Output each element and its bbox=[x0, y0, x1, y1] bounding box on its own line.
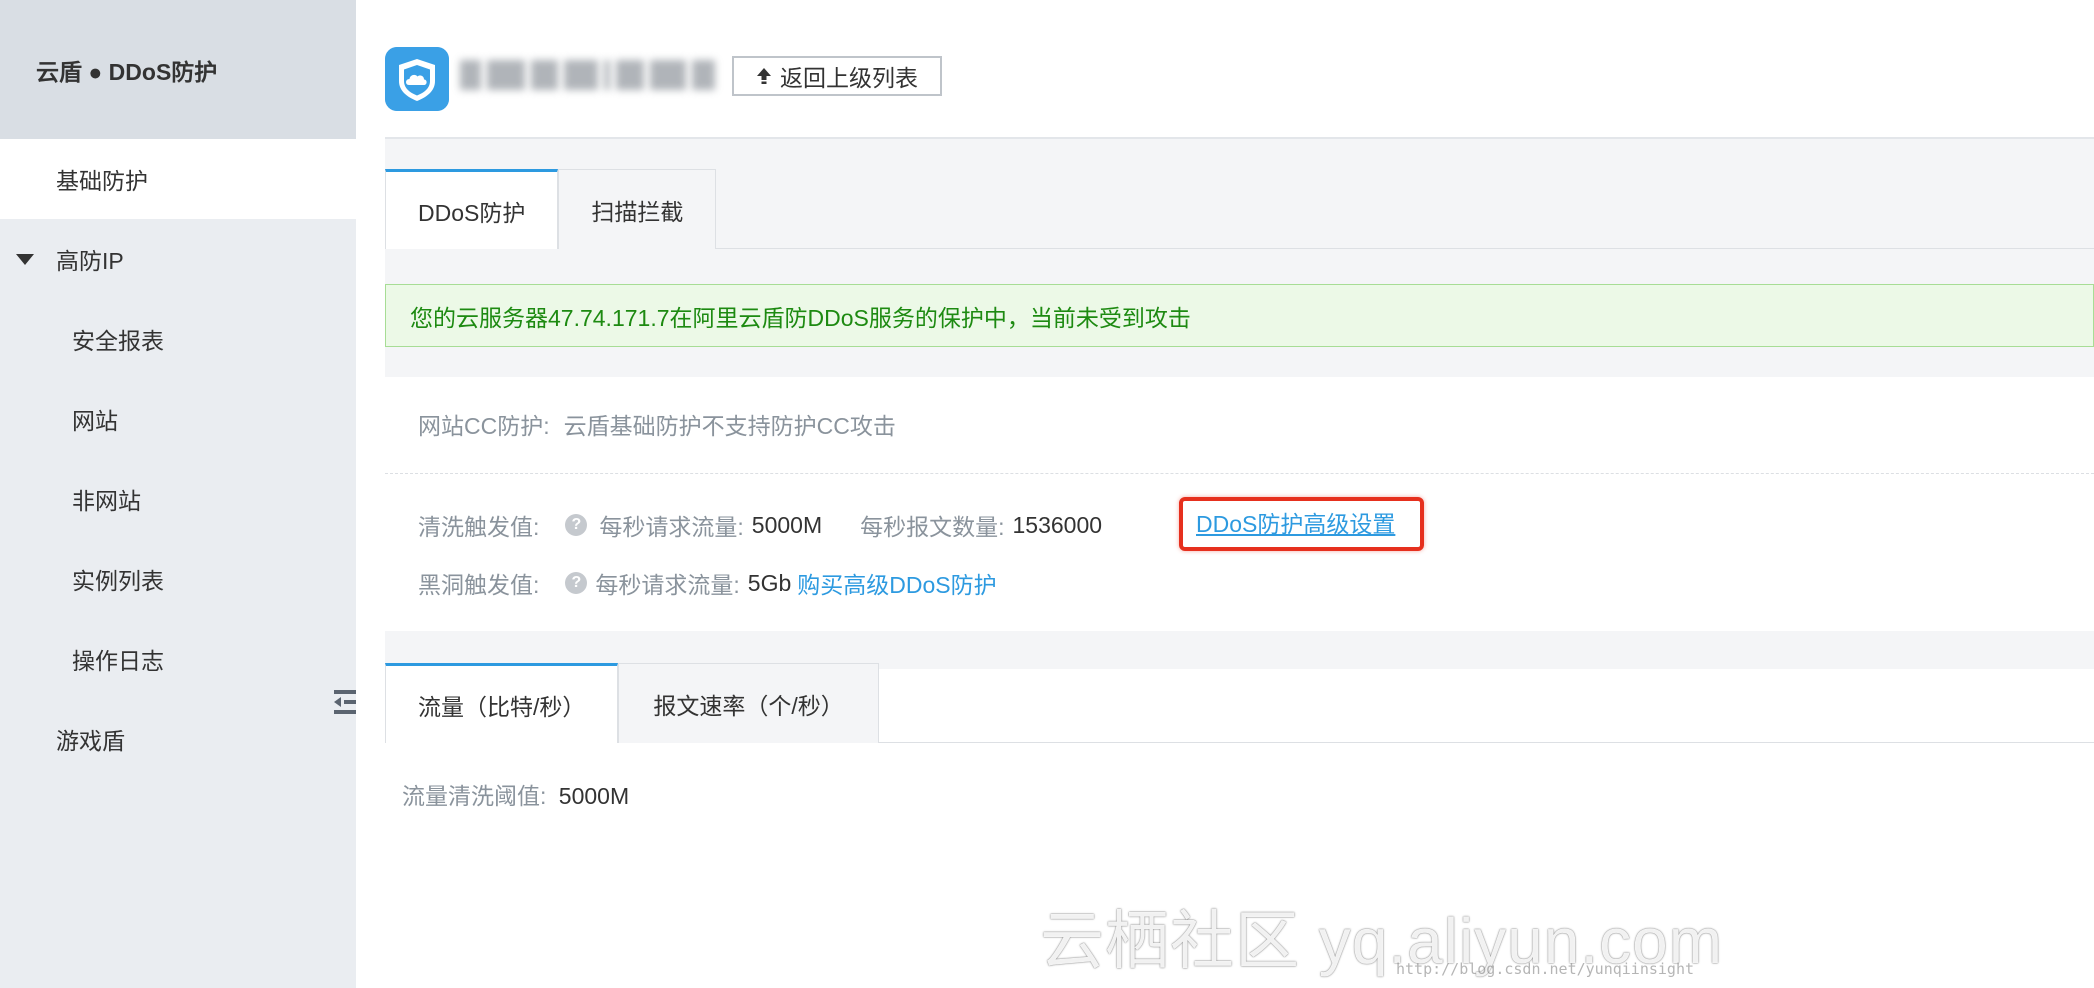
tab-ddos-protection[interactable]: DDoS防护 bbox=[385, 169, 559, 249]
sidebar-item-label: 游戏盾 bbox=[56, 728, 125, 754]
threshold-value: 5000M bbox=[558, 783, 630, 809]
help-icon[interactable]: ? bbox=[565, 514, 588, 536]
sidebar-item-label: 安全报表 bbox=[72, 328, 164, 354]
sidebar-item-label: 操作日志 bbox=[72, 648, 164, 674]
header-divider bbox=[385, 137, 2094, 139]
clean-threshold-row: 清洗触发值: ? 每秒请求流量: 5000M 每秒报文数量: 1536000 bbox=[418, 508, 1102, 542]
protection-tabs: DDoS防护 扫描拦截 bbox=[385, 169, 717, 249]
cc-protection-label: 网站CC防护: bbox=[418, 413, 550, 439]
collapse-sidebar-icon[interactable] bbox=[334, 688, 356, 716]
ddos-advanced-settings-link[interactable]: DDoS防护高级设置 bbox=[1196, 505, 1395, 539]
dashed-divider bbox=[385, 473, 2094, 474]
help-icon[interactable]: ? bbox=[565, 572, 588, 594]
tab-label: 流量（比特/秒） bbox=[418, 693, 586, 720]
sidebar-item-security-report[interactable]: 安全报表 bbox=[0, 299, 356, 379]
sidebar-item-label: 网站 bbox=[72, 408, 118, 434]
tab-label: 扫描拦截 bbox=[591, 198, 684, 225]
caret-down-icon bbox=[16, 253, 34, 265]
tab-label: DDoS防护 bbox=[418, 199, 526, 226]
clean-req-value: 5000M bbox=[751, 511, 823, 538]
tab-label: 报文速率（个/秒） bbox=[653, 692, 844, 719]
watermark-csdn: http://blog.csdn.net/yunqiinsight bbox=[1396, 960, 1695, 978]
tab-scan-block[interactable]: 扫描拦截 bbox=[558, 169, 717, 249]
tab-packet-rate[interactable]: 报文速率（个/秒） bbox=[618, 663, 879, 743]
protection-status-alert: 您的云服务器47.74.171.7在阿里云盾防DDoS服务的保护中，当前未受到攻… bbox=[385, 284, 2094, 347]
clean-pkt-value: 1536000 bbox=[1012, 511, 1103, 538]
sidebar-item-basic-protection[interactable]: 基础防护 bbox=[0, 139, 356, 219]
sidebar-item-label: 实例列表 bbox=[72, 568, 164, 594]
chart-tabs: 流量（比特/秒） 报文速率（个/秒） bbox=[385, 663, 879, 743]
sidebar-item-game-shield[interactable]: 游戏盾 bbox=[0, 699, 356, 779]
cc-protection-row: 网站CC防护: 云盾基础防护不支持防护CC攻击 bbox=[418, 407, 896, 441]
sidebar-item-anti-ddos-ip[interactable]: 高防IP bbox=[0, 219, 356, 299]
sidebar: 云盾 ● DDoS防护 基础防护 高防IP 安全报表 网站 非网站 实例列表 操… bbox=[0, 0, 356, 988]
upload-arrow-icon bbox=[757, 68, 771, 84]
sidebar-title: 云盾 ● DDoS防护 bbox=[0, 0, 356, 139]
clean-pkt-label: 每秒报文数量: bbox=[860, 514, 1005, 540]
sidebar-item-operation-log[interactable]: 操作日志 bbox=[0, 619, 356, 699]
alert-text: 您的云服务器47.74.171.7在阿里云盾防DDoS服务的保护中，当前未受到攻… bbox=[410, 304, 1191, 331]
sidebar-item-label: 非网站 bbox=[72, 488, 141, 514]
obscured-instance-ip bbox=[460, 56, 716, 94]
back-button-label: 返回上级列表 bbox=[780, 65, 918, 91]
shield-cloud-icon bbox=[385, 47, 449, 111]
blackhole-req-value: 5Gb bbox=[747, 569, 792, 596]
blackhole-threshold-label: 黑洞触发值: bbox=[418, 572, 540, 598]
blackhole-threshold-row: 黑洞触发值: ? 每秒请求流量: 5Gb 购买高级DDoS防护 bbox=[418, 566, 997, 600]
traffic-clean-threshold: 流量清洗阈值: 5000M bbox=[402, 777, 629, 811]
cc-protection-value: 云盾基础防护不支持防护CC攻击 bbox=[563, 413, 896, 439]
clean-threshold-label: 清洗触发值: bbox=[418, 514, 540, 540]
clean-req-label: 每秒请求流量: bbox=[599, 514, 744, 540]
tab-traffic-bps[interactable]: 流量（比特/秒） bbox=[385, 663, 619, 743]
sidebar-item-label: 高防IP bbox=[56, 248, 124, 274]
threshold-label: 流量清洗阈值: bbox=[402, 783, 547, 809]
sidebar-item-non-website[interactable]: 非网站 bbox=[0, 459, 356, 539]
back-to-list-button[interactable]: 返回上级列表 bbox=[732, 56, 942, 96]
main-content: 返回上级列表 DDoS防护 扫描拦截 您的云服务器47.74.171.7在阿里云… bbox=[356, 0, 2094, 988]
sidebar-item-instance-list[interactable]: 实例列表 bbox=[0, 539, 356, 619]
buy-advanced-ddos-link[interactable]: 购买高级DDoS防护 bbox=[797, 566, 996, 600]
sidebar-item-label: 基础防护 bbox=[56, 168, 148, 194]
sidebar-item-website[interactable]: 网站 bbox=[0, 379, 356, 459]
blackhole-req-label: 每秒请求流量: bbox=[595, 572, 740, 598]
